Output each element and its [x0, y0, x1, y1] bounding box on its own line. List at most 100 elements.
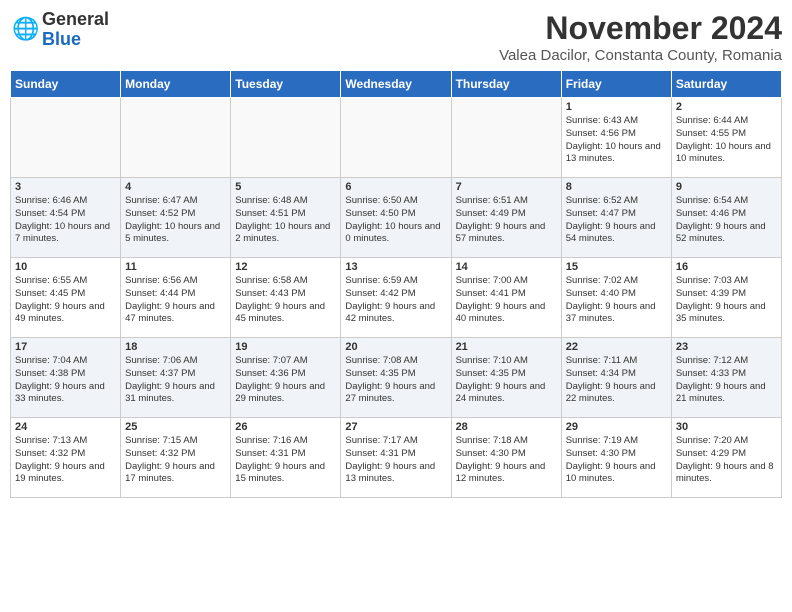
- day-cell: 8 Sunrise: 6:52 AM Sunset: 4:47 PM Daylig…: [561, 178, 671, 258]
- day-cell: 26 Sunrise: 7:16 AM Sunset: 4:31 PM Dayli…: [231, 418, 341, 498]
- day-header-sunday: Sunday: [11, 71, 121, 98]
- day-header-friday: Friday: [561, 71, 671, 98]
- day-number: 11: [125, 261, 226, 273]
- day-number: 8: [566, 181, 667, 193]
- day-info: Sunrise: 7:13 AM Sunset: 4:32 PM Dayligh…: [15, 435, 116, 486]
- day-cell: 28Sunrise: 7:18 AM Sunset: 4:30 PM Dayli…: [451, 418, 561, 498]
- day-cell: 20 Sunrise: 7:08 AM Sunset: 4:35 PM Dayli…: [341, 338, 451, 418]
- day-info: Sunrise: 6:59 AM Sunset: 4:42 PM Dayligh…: [345, 275, 446, 326]
- day-cell: 5 Sunrise: 6:48 AM Sunset: 4:51 PM Daylig…: [231, 178, 341, 258]
- day-cell: 6Sunrise: 6:50 AM Sunset: 4:50 PM Daylig…: [341, 178, 451, 258]
- day-info: Sunrise: 6:58 AM Sunset: 4:43 PM Dayligh…: [235, 275, 336, 326]
- day-info: Sunrise: 7:07 AM Sunset: 4:36 PM Dayligh…: [235, 355, 336, 406]
- day-info: Sunrise: 6:54 AM Sunset: 4:46 PM Dayligh…: [676, 195, 777, 246]
- day-cell: 13 Sunrise: 6:59 AM Sunset: 4:42 PM Dayli…: [341, 258, 451, 338]
- day-cell: 17 Sunrise: 7:04 AM Sunset: 4:38 PM Dayli…: [11, 338, 121, 418]
- day-info: Sunrise: 6:43 AM Sunset: 4:56 PM Dayligh…: [566, 115, 667, 166]
- day-cell: 23 Sunrise: 7:12 AM Sunset: 4:33 PM Dayli…: [671, 338, 781, 418]
- day-info: Sunrise: 7:02 AM Sunset: 4:40 PM Dayligh…: [566, 275, 667, 326]
- day-number: 4: [125, 181, 226, 193]
- day-info: Sunrise: 7:04 AM Sunset: 4:38 PM Dayligh…: [15, 355, 116, 406]
- day-info: Sunrise: 7:17 AM Sunset: 4:31 PM Dayligh…: [345, 435, 446, 486]
- day-number: 15: [566, 261, 667, 273]
- day-cell: 9 Sunrise: 6:54 AM Sunset: 4:46 PM Daylig…: [671, 178, 781, 258]
- day-cell: 30Sunrise: 7:20 AM Sunset: 4:29 PM Dayli…: [671, 418, 781, 498]
- day-cell: 29 Sunrise: 7:19 AM Sunset: 4:30 PM Dayli…: [561, 418, 671, 498]
- day-cell: 16Sunrise: 7:03 AM Sunset: 4:39 PM Dayli…: [671, 258, 781, 338]
- day-cell: 21 Sunrise: 7:10 AM Sunset: 4:35 PM Dayli…: [451, 338, 561, 418]
- calendar-subtitle: Valea Dacilor, Constanta County, Romania: [499, 47, 782, 64]
- header: 🌐 General Blue November 2024 Valea Dacil…: [10, 10, 782, 64]
- day-header-tuesday: Tuesday: [231, 71, 341, 98]
- day-cell: [451, 98, 561, 178]
- day-cell: 15 Sunrise: 7:02 AM Sunset: 4:40 PM Dayli…: [561, 258, 671, 338]
- day-info: Sunrise: 7:15 AM Sunset: 4:32 PM Dayligh…: [125, 435, 226, 486]
- day-number: 27: [345, 421, 446, 433]
- logo-general-text: General: [42, 9, 109, 29]
- day-info: Sunrise: 6:48 AM Sunset: 4:51 PM Dayligh…: [235, 195, 336, 246]
- day-number: 9: [676, 181, 777, 193]
- day-number: 1: [566, 101, 667, 113]
- day-number: 24: [15, 421, 116, 433]
- day-cell: [341, 98, 451, 178]
- week-row-3: 10 Sunrise: 6:55 AM Sunset: 4:45 PM Dayli…: [11, 258, 782, 338]
- day-cell: [11, 98, 121, 178]
- day-info: Sunrise: 7:11 AM Sunset: 4:34 PM Dayligh…: [566, 355, 667, 406]
- day-number: 3: [15, 181, 116, 193]
- day-cell: 14Sunrise: 7:00 AM Sunset: 4:41 PM Dayli…: [451, 258, 561, 338]
- day-header-thursday: Thursday: [451, 71, 561, 98]
- day-cell: 25 Sunrise: 7:15 AM Sunset: 4:32 PM Dayli…: [121, 418, 231, 498]
- svg-text:🌐: 🌐: [12, 16, 38, 41]
- day-info: Sunrise: 6:52 AM Sunset: 4:47 PM Dayligh…: [566, 195, 667, 246]
- day-info: Sunrise: 7:03 AM Sunset: 4:39 PM Dayligh…: [676, 275, 777, 326]
- day-number: 21: [456, 341, 557, 353]
- day-cell: 12 Sunrise: 6:58 AM Sunset: 4:43 PM Dayli…: [231, 258, 341, 338]
- day-info: Sunrise: 7:19 AM Sunset: 4:30 PM Dayligh…: [566, 435, 667, 486]
- day-info: Sunrise: 6:47 AM Sunset: 4:52 PM Dayligh…: [125, 195, 226, 246]
- day-info: Sunrise: 6:44 AM Sunset: 4:55 PM Dayligh…: [676, 115, 777, 166]
- day-info: Sunrise: 6:55 AM Sunset: 4:45 PM Dayligh…: [15, 275, 116, 326]
- day-cell: 19 Sunrise: 7:07 AM Sunset: 4:36 PM Dayli…: [231, 338, 341, 418]
- day-info: Sunrise: 6:46 AM Sunset: 4:54 PM Dayligh…: [15, 195, 116, 246]
- calendar-table: SundayMondayTuesdayWednesdayThursdayFrid…: [10, 70, 782, 498]
- day-number: 6: [345, 181, 446, 193]
- logo-icon: 🌐: [10, 16, 38, 44]
- day-number: 13: [345, 261, 446, 273]
- day-cell: [231, 98, 341, 178]
- day-info: Sunrise: 7:08 AM Sunset: 4:35 PM Dayligh…: [345, 355, 446, 406]
- day-info: Sunrise: 6:56 AM Sunset: 4:44 PM Dayligh…: [125, 275, 226, 326]
- day-number: 29: [566, 421, 667, 433]
- day-number: 10: [15, 261, 116, 273]
- day-number: 20: [345, 341, 446, 353]
- day-cell: 3 Sunrise: 6:46 AM Sunset: 4:54 PM Daylig…: [11, 178, 121, 258]
- day-number: 22: [566, 341, 667, 353]
- day-number: 7: [456, 181, 557, 193]
- day-number: 17: [15, 341, 116, 353]
- day-number: 12: [235, 261, 336, 273]
- day-number: 26: [235, 421, 336, 433]
- day-cell: 27 Sunrise: 7:17 AM Sunset: 4:31 PM Dayli…: [341, 418, 451, 498]
- day-number: 2: [676, 101, 777, 113]
- week-row-2: 3 Sunrise: 6:46 AM Sunset: 4:54 PM Daylig…: [11, 178, 782, 258]
- day-cell: [121, 98, 231, 178]
- day-number: 5: [235, 181, 336, 193]
- day-header-wednesday: Wednesday: [341, 71, 451, 98]
- day-info: Sunrise: 7:00 AM Sunset: 4:41 PM Dayligh…: [456, 275, 557, 326]
- day-info: Sunrise: 7:16 AM Sunset: 4:31 PM Dayligh…: [235, 435, 336, 486]
- day-cell: 4 Sunrise: 6:47 AM Sunset: 4:52 PM Daylig…: [121, 178, 231, 258]
- day-cell: 1 Sunrise: 6:43 AM Sunset: 4:56 PM Daylig…: [561, 98, 671, 178]
- day-number: 25: [125, 421, 226, 433]
- day-header-saturday: Saturday: [671, 71, 781, 98]
- day-number: 19: [235, 341, 336, 353]
- day-number: 28: [456, 421, 557, 433]
- day-header-monday: Monday: [121, 71, 231, 98]
- day-info: Sunrise: 7:10 AM Sunset: 4:35 PM Dayligh…: [456, 355, 557, 406]
- week-row-5: 24 Sunrise: 7:13 AM Sunset: 4:32 PM Dayli…: [11, 418, 782, 498]
- week-row-4: 17 Sunrise: 7:04 AM Sunset: 4:38 PM Dayli…: [11, 338, 782, 418]
- day-cell: 2 Sunrise: 6:44 AM Sunset: 4:55 PM Daylig…: [671, 98, 781, 178]
- day-info: Sunrise: 7:12 AM Sunset: 4:33 PM Dayligh…: [676, 355, 777, 406]
- week-row-1: 1 Sunrise: 6:43 AM Sunset: 4:56 PM Daylig…: [11, 98, 782, 178]
- day-cell: 18Sunrise: 7:06 AM Sunset: 4:37 PM Dayli…: [121, 338, 231, 418]
- day-number: 23: [676, 341, 777, 353]
- day-info: Sunrise: 7:06 AM Sunset: 4:37 PM Dayligh…: [125, 355, 226, 406]
